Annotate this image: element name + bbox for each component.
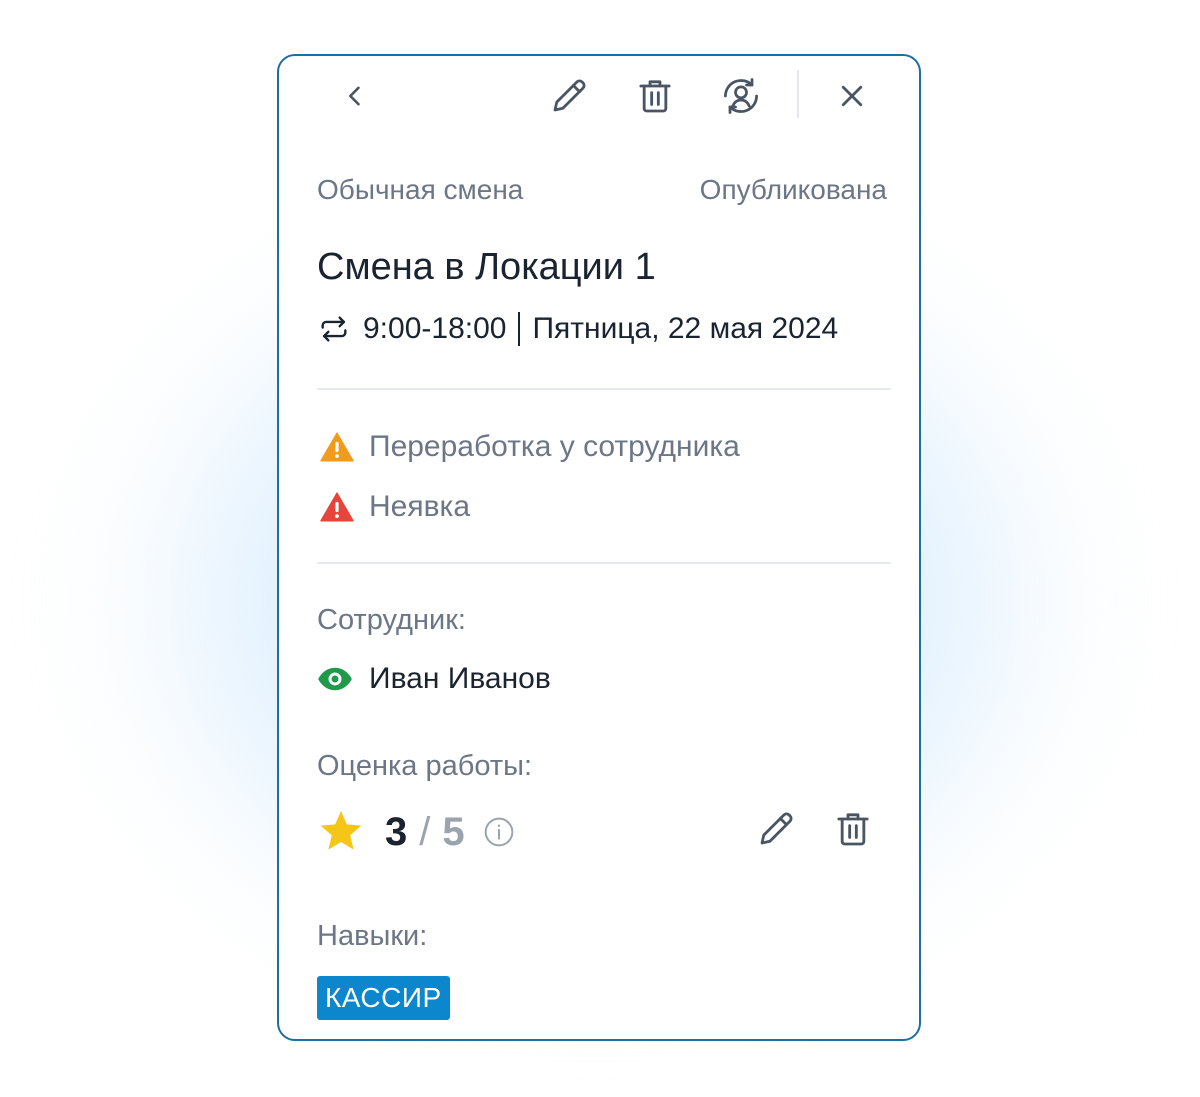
chevron-left-icon (349, 86, 360, 106)
shift-time: 9:00-18:00 (363, 312, 507, 345)
delete-shift-button[interactable] (631, 72, 679, 120)
panel-toolbar (279, 56, 919, 136)
shift-type-label: Обычная смена (317, 174, 524, 205)
rating-value: 3 (385, 809, 408, 854)
user-sync-icon (724, 78, 758, 114)
warning-icon (320, 432, 354, 462)
shift-title: Смена в Локации 1 (317, 246, 656, 288)
close-icon (841, 85, 863, 107)
edit-shift-button[interactable] (545, 72, 593, 120)
alert-overtime: Переработка у сотрудника (319, 430, 740, 464)
edit-rating-button[interactable] (755, 808, 797, 850)
time-date-separator (518, 312, 521, 346)
back-button[interactable] (331, 72, 379, 120)
skills-section-label: Навыки: (317, 920, 428, 952)
trash-icon (837, 813, 869, 846)
delete-rating-button[interactable] (833, 808, 873, 850)
shift-status-label: Опубликована (699, 174, 887, 205)
alert-no-show: Неявка (319, 490, 470, 524)
info-icon[interactable] (483, 816, 515, 848)
shift-details-panel: Обычная смена Опубликована Смена в Локац… (277, 54, 921, 1041)
pencil-icon (553, 79, 586, 112)
rating-row: 3 / 5 (317, 808, 515, 856)
rating-max: 5 (442, 809, 465, 854)
star-icon (320, 811, 362, 850)
rating-actions (755, 808, 873, 850)
employee-name: Иван Иванов (369, 662, 551, 695)
warning-icon (320, 492, 354, 522)
shift-time-row: 9:00-18:00 Пятница, 22 мая 2024 (317, 312, 838, 346)
rating-section-label: Оценка работы: (317, 750, 533, 782)
pencil-icon (760, 812, 793, 845)
divider (317, 388, 891, 390)
alert-overtime-label: Переработка у сотрудника (369, 430, 740, 463)
employee-row[interactable]: Иван Иванов (317, 662, 551, 696)
employee-section-label: Сотрудник: (317, 604, 466, 636)
trash-icon (639, 80, 671, 113)
divider (317, 562, 891, 564)
alert-no-show-label: Неявка (369, 490, 471, 523)
close-button[interactable] (828, 72, 876, 120)
rating-separator: / (419, 809, 431, 854)
reassign-employee-button[interactable] (717, 72, 765, 120)
skill-badge: КАССИР (317, 976, 450, 1020)
eye-icon (318, 667, 352, 691)
shift-date: Пятница, 22 мая 2024 (532, 312, 839, 345)
repeat-icon (321, 316, 347, 342)
toolbar-divider (797, 70, 799, 118)
